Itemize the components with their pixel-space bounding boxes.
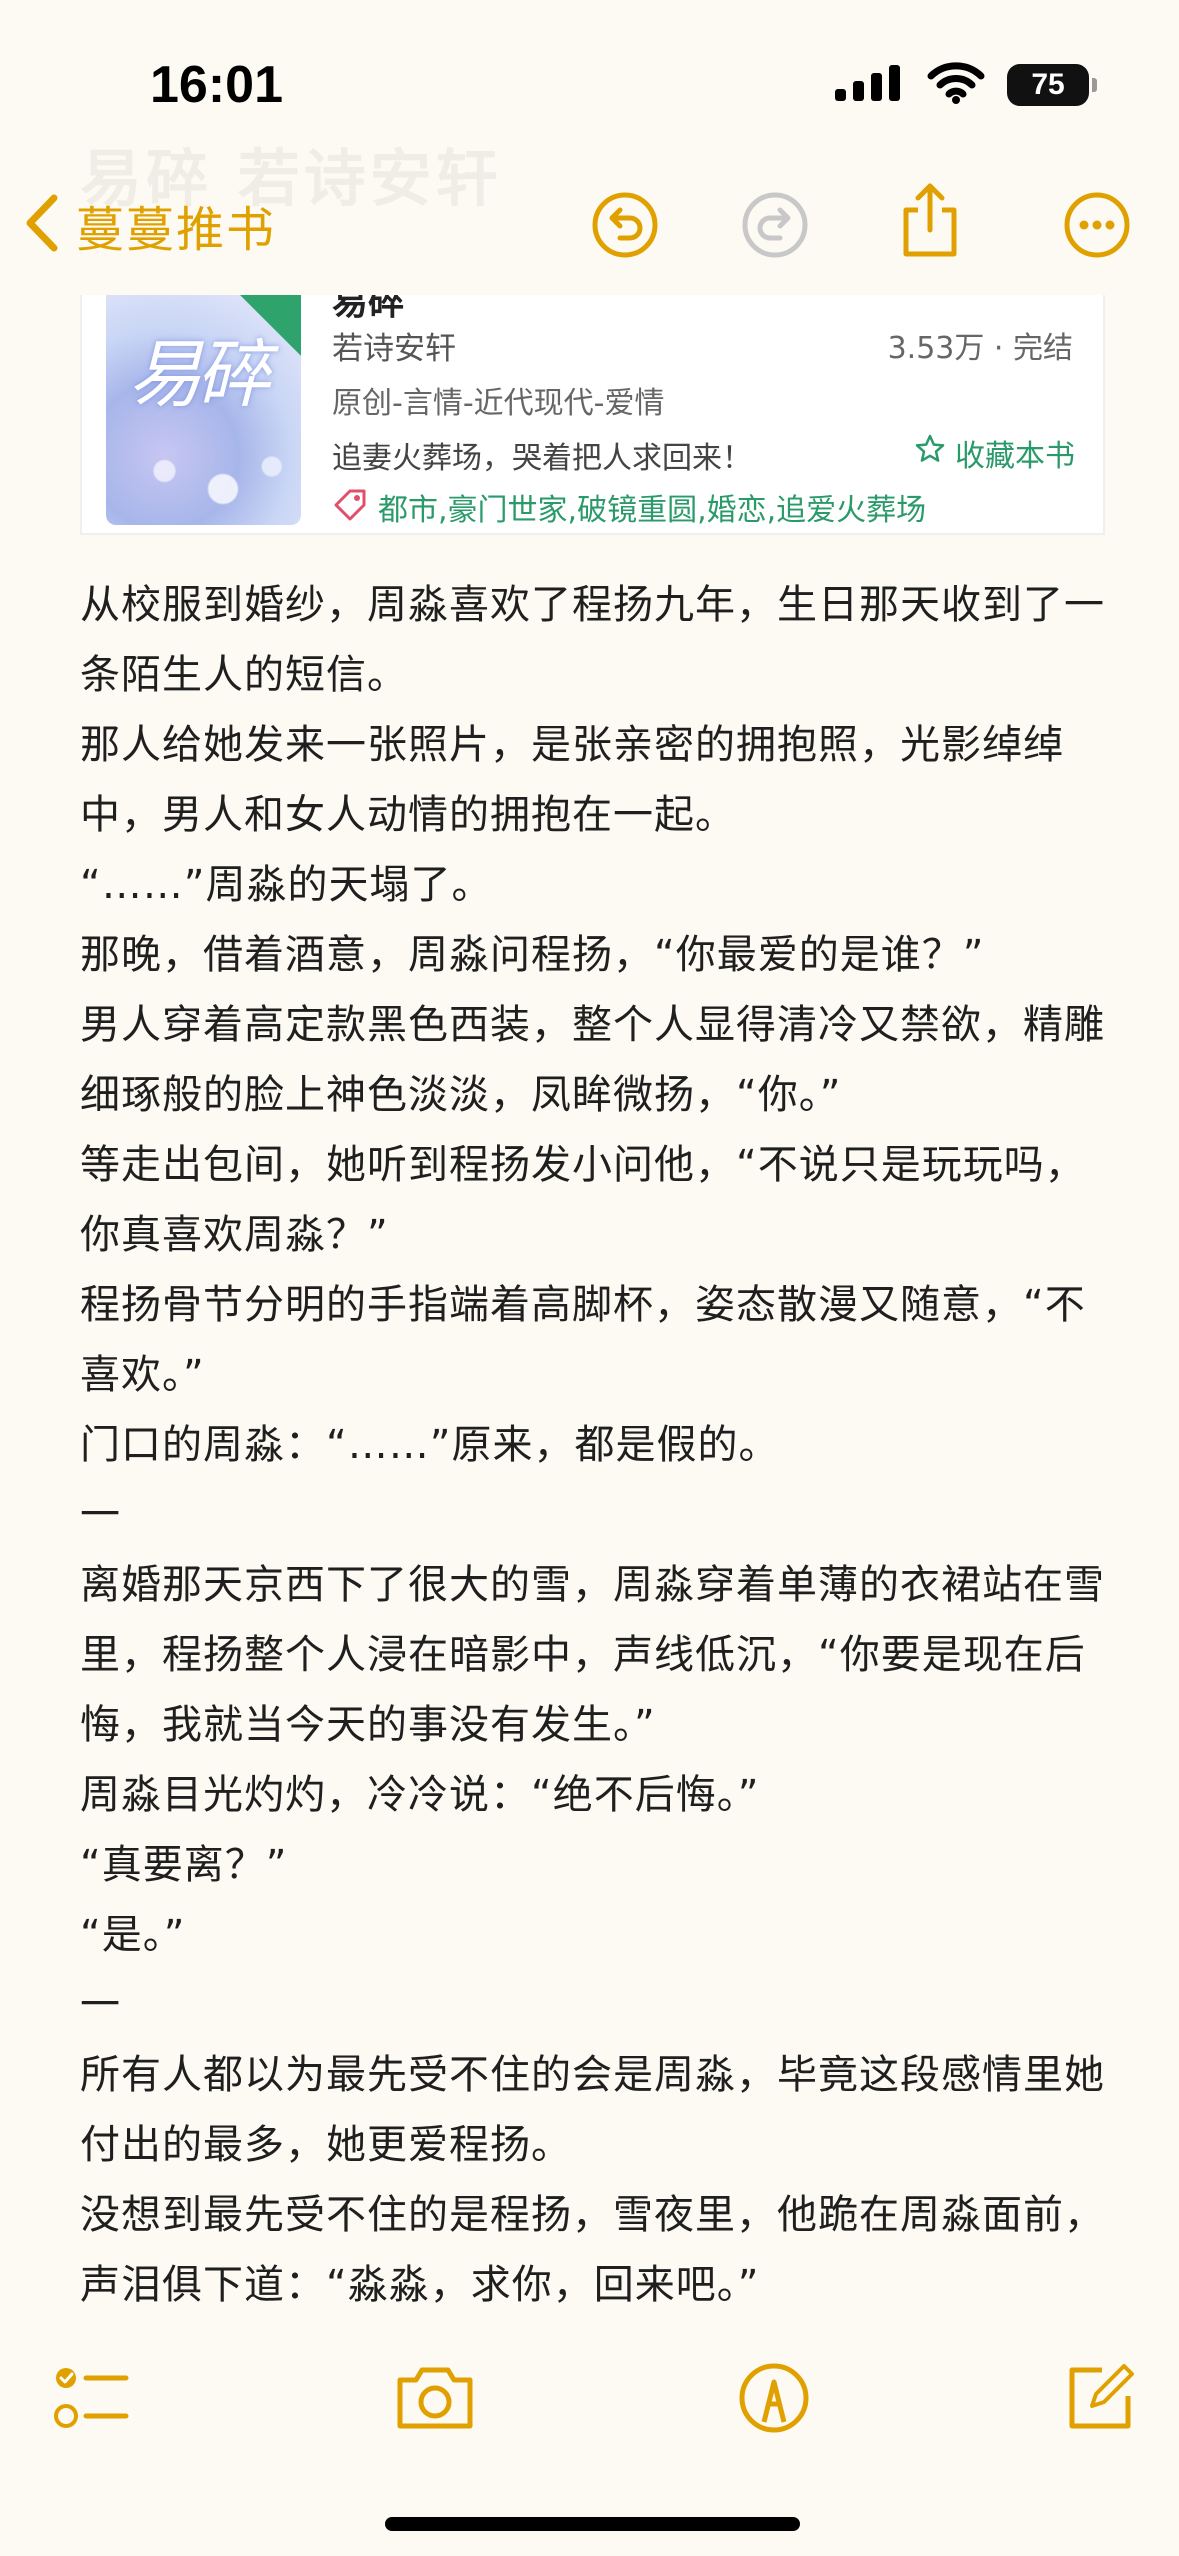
paragraph: 等走出包间，她听到程扬发小问他，“不说只是玩玩吗，你真喜欢周淼？” — [80, 1142, 1086, 1258]
book-cover[interactable]: 易碎 — [106, 295, 301, 525]
back-button[interactable]: 蔓蔓推书 — [22, 190, 276, 260]
paragraph: 离婚那天京西下了很大的雪，周淼穿着单薄的衣裙站在雪里，程扬整个人浸在暗影中，声线… — [80, 1562, 1105, 1748]
paragraph: “……”周淼的天塌了。 — [80, 862, 493, 908]
chevron-left-icon — [22, 192, 62, 258]
collect-button[interactable]: 收藏本书 — [915, 431, 1075, 475]
paragraph: 从校服到婚纱，周淼喜欢了程扬九年，生日那天收到了一条陌生人的短信。 — [80, 582, 1105, 698]
camera-icon[interactable] — [392, 2360, 478, 2440]
back-label: 蔓蔓推书 — [76, 202, 277, 258]
paragraph: “是。” — [80, 1912, 186, 1958]
book-category: 原创-言情-近代现代-爱情 — [332, 386, 665, 421]
paragraph: 门口的周淼：“……”原来，都是假的。 — [80, 1422, 780, 1468]
star-icon — [915, 434, 945, 472]
paragraph: 程扬骨节分明的手指端着高脚杯，姿态散漫又随意，“不喜欢。” — [80, 1282, 1086, 1398]
collect-label: 收藏本书 — [955, 439, 1075, 474]
book-card[interactable]: 易碎 易碎 若诗安轩 3.53万 · 完结 原创-言情-近代现代-爱情 追妻火葬… — [80, 295, 1105, 535]
cover-title: 易碎 — [128, 332, 270, 418]
book-title: 易碎 — [332, 295, 405, 323]
redo-icon[interactable] — [740, 190, 810, 264]
book-author[interactable]: 若诗安轩 — [332, 323, 456, 368]
paragraph: 那晚，借着酒意，周淼问程扬，“你最爱的是谁？” — [80, 932, 985, 978]
cover-flowers — [106, 435, 301, 525]
tag-icon — [332, 487, 368, 527]
paragraph: 所有人都以为最先受不住的会是周淼，毕竟这段感情里她付出的最多，她更爱程扬。 — [80, 2052, 1105, 2168]
bottom-toolbar — [0, 2360, 1179, 2450]
book-slogan: 追妻火葬场，哭着把人求回来！ — [332, 441, 752, 476]
more-icon[interactable] — [1062, 190, 1132, 264]
paragraph: 没想到最先受不住的是程扬，雪夜里，他跪在周淼面前，声泪俱下道：“淼淼，求你，回来… — [80, 2192, 1105, 2308]
status-icons: 75 — [833, 62, 1097, 108]
nav-bar: 蔓蔓推书 — [0, 180, 1179, 280]
compose-icon[interactable] — [1062, 2360, 1138, 2440]
home-indicator[interactable] — [385, 2517, 800, 2531]
paragraph: “真要离？” — [80, 1842, 288, 1888]
checklist-icon[interactable] — [52, 2360, 132, 2440]
section-divider: 一 — [80, 1982, 121, 2028]
article-body: 从校服到婚纱，周淼喜欢了程扬九年，生日那天收到了一条陌生人的短信。 那人给她发来… — [80, 570, 1110, 2320]
book-tags: 都市,豪门世家,破镜重圆,婚恋,追爱火葬场 — [332, 485, 926, 529]
share-icon[interactable] — [898, 180, 962, 264]
wifi-icon — [927, 62, 985, 108]
book-tags-text[interactable]: 都市,豪门世家,破镜重圆,婚恋,追爱火葬场 — [378, 485, 926, 529]
paragraph: 周淼目光灼灼，冷冷说：“绝不后悔。” — [80, 1772, 760, 1818]
paragraph: 那人给她发来一张照片，是张亲密的拥抱照，光影绰绰中，男人和女人动情的拥抱在一起。 — [80, 722, 1064, 838]
book-stats: 3.53万 · 完结 — [887, 331, 1073, 366]
signal-icon — [833, 63, 905, 107]
undo-icon[interactable] — [590, 190, 660, 264]
markup-icon[interactable] — [736, 2360, 812, 2440]
paragraph: 男人穿着高定款黑色西装，整个人显得清冷又禁欲，精雕细琢般的脸上神色淡淡，凤眸微扬… — [80, 1002, 1105, 1118]
battery-icon: 75 — [1007, 64, 1097, 106]
status-time: 16:01 — [150, 56, 283, 114]
section-divider: 一 — [80, 1492, 121, 1538]
